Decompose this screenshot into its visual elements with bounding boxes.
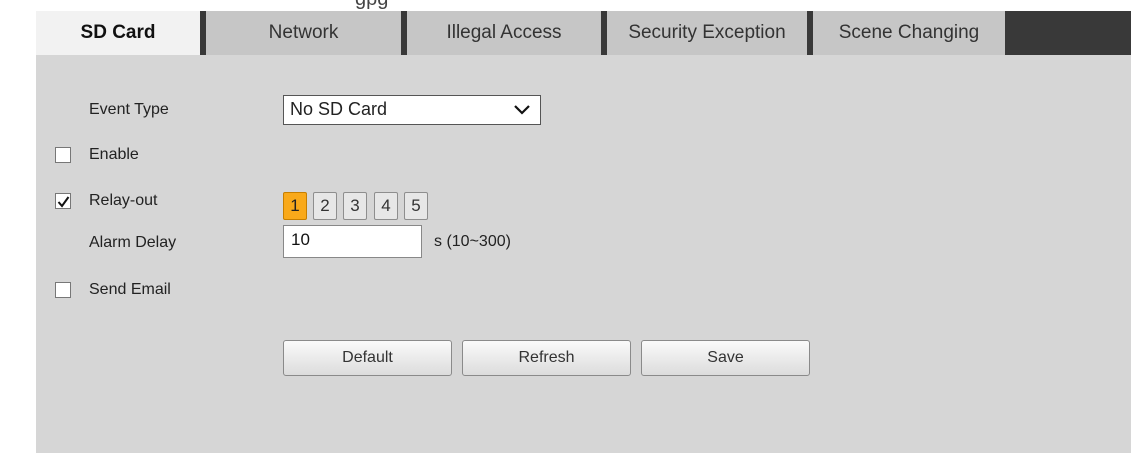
refresh-button[interactable]: Refresh — [462, 340, 631, 376]
chevron-down-icon — [514, 96, 530, 124]
tab-security-exception[interactable]: Security Exception — [601, 11, 807, 55]
tab-sd-card[interactable]: SD Card — [36, 11, 200, 55]
alarm-delay-input[interactable]: 10 — [283, 225, 422, 258]
send-email-checkbox[interactable] — [55, 282, 71, 298]
relay-channel-1-button[interactable]: 1 — [283, 192, 307, 220]
clipped-header: gpg — [0, 0, 1131, 10]
relay-out-label: Relay-out — [89, 192, 158, 209]
tab-label: Illegal Access — [446, 22, 562, 43]
event-type-select[interactable]: No SD Card — [283, 95, 541, 125]
relay-channel-2-button[interactable]: 2 — [313, 192, 337, 220]
clipped-header-text: gpg — [355, 0, 388, 10]
tab-bar: SD Card Network Illegal Access Security … — [36, 11, 1131, 55]
tab-label: Scene Changing — [838, 22, 980, 43]
tab-illegal-access[interactable]: Illegal Access — [401, 11, 601, 55]
relay-out-checkbox[interactable] — [55, 193, 71, 209]
send-email-label: Send Email — [89, 281, 171, 298]
tab-label: Network — [268, 22, 339, 43]
tab-label: SD Card — [80, 22, 156, 43]
relay-channel-4-button[interactable]: 4 — [374, 192, 398, 220]
tab-label: Security Exception — [628, 22, 786, 43]
save-button[interactable]: Save — [641, 340, 810, 376]
alarm-delay-unit: s (10~300) — [434, 233, 511, 250]
enable-label: Enable — [89, 146, 139, 163]
alarm-delay-label: Alarm Delay — [89, 234, 177, 251]
event-type-label: Event Type — [89, 101, 169, 118]
default-button[interactable]: Default — [283, 340, 452, 376]
tab-network[interactable]: Network — [200, 11, 401, 55]
relay-channel-3-button[interactable]: 3 — [343, 192, 367, 220]
event-type-value: No SD Card — [290, 99, 388, 119]
enable-checkbox[interactable] — [55, 147, 71, 163]
relay-channel-5-button[interactable]: 5 — [404, 192, 428, 220]
event-settings-panel: SD Card Network Illegal Access Security … — [36, 11, 1131, 453]
tab-scene-changing[interactable]: Scene Changing — [807, 11, 1005, 55]
